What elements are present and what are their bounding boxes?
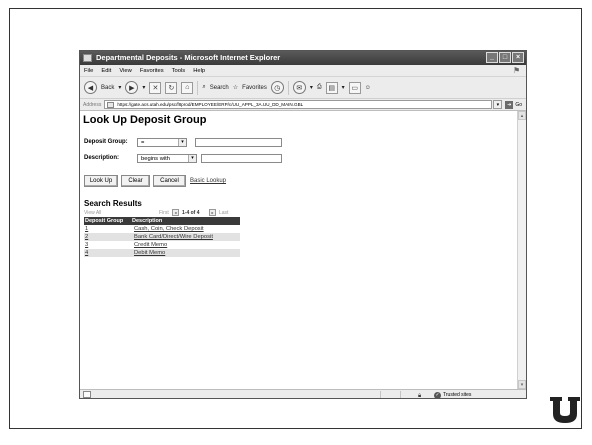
university-logo xyxy=(550,397,580,423)
page-done-icon xyxy=(83,391,91,398)
menu-help[interactable]: Help xyxy=(193,65,205,76)
vertical-scrollbar[interactable]: ▴ ▾ xyxy=(517,111,526,389)
maximize-button[interactable]: □ xyxy=(499,52,511,63)
address-url: https://gate.acs.utah.edu/psc/f8prod/EMP… xyxy=(117,102,304,107)
back-arrow-icon[interactable]: ◀ xyxy=(84,81,97,94)
last-link[interactable]: Last xyxy=(219,210,228,216)
first-link[interactable]: First xyxy=(159,210,169,216)
menu-bar: File Edit View Favorites Tools Help ⚑ xyxy=(80,65,526,77)
stop-icon[interactable]: ✕ xyxy=(149,81,162,94)
row-description-link[interactable]: Bank Card/Direct/Wire Deposit xyxy=(134,233,213,241)
row-code-link[interactable]: 2 xyxy=(85,233,88,241)
print-icon[interactable]: ⎙ xyxy=(317,84,322,91)
page-icon xyxy=(107,102,115,108)
row-code-link[interactable]: 3 xyxy=(85,241,88,249)
edit-icon[interactable]: ▤ xyxy=(325,81,338,94)
go-label: Go xyxy=(515,101,523,108)
clear-button[interactable]: Clear xyxy=(121,175,150,187)
presentation-slide: Departmental Deposits - Microsoft Intern… xyxy=(0,0,592,445)
deposit-group-input[interactable] xyxy=(195,138,282,147)
status-bar: 🔒︎ ✓ Trusted sites xyxy=(80,389,526,398)
column-header-deposit-group[interactable]: Deposit Group xyxy=(85,217,123,225)
toolbar-separator xyxy=(287,80,289,95)
security-zone[interactable]: ✓ Trusted sites xyxy=(434,390,472,398)
ie-app-icon xyxy=(83,54,92,62)
deposit-group-label: Deposit Group: xyxy=(84,139,128,145)
mail-icon[interactable]: ✉ xyxy=(292,81,306,94)
row-code-link[interactable]: 4 xyxy=(85,249,88,257)
description-operator-value: begins with xyxy=(141,156,171,162)
cancel-button[interactable]: Cancel xyxy=(153,175,186,187)
lock-icon[interactable]: 🔒︎ xyxy=(418,391,421,398)
search-button-label[interactable]: Search xyxy=(210,85,229,91)
edit-dropdown-icon[interactable]: ▾ xyxy=(342,84,345,91)
results-range: 1-4 of 4 xyxy=(182,210,200,216)
toolbar-separator xyxy=(197,80,199,95)
mail-dropdown-icon[interactable]: ▾ xyxy=(310,84,313,91)
windows-logo-icon: ⚑ xyxy=(513,66,521,75)
deposit-group-operator-select[interactable]: = ▾ xyxy=(137,138,187,147)
forward-arrow-icon[interactable]: ▶ xyxy=(125,81,139,94)
menu-view[interactable]: View xyxy=(119,65,131,76)
window-title: Departmental Deposits - Microsoft Intern… xyxy=(96,53,281,62)
status-separator xyxy=(400,391,401,398)
look-up-button[interactable]: Look Up xyxy=(84,175,118,187)
address-input[interactable]: https://gate.acs.utah.edu/psc/f8prod/EMP… xyxy=(104,100,493,109)
menu-tools[interactable]: Tools xyxy=(172,65,186,76)
window-controls: _ □ × xyxy=(486,52,524,63)
browser-window: Departmental Deposits - Microsoft Intern… xyxy=(79,50,527,399)
page-content: Look Up Deposit Group Deposit Group: = ▾… xyxy=(80,111,517,389)
description-operator-select[interactable]: begins with ▾ xyxy=(137,154,197,163)
window-titlebar[interactable]: Departmental Deposits - Microsoft Intern… xyxy=(80,51,526,65)
table-row: 1 Cash, Coin, Check Deposit xyxy=(84,225,240,233)
table-row: 2 Bank Card/Direct/Wire Deposit xyxy=(84,233,240,241)
security-zone-label: Trusted sites xyxy=(443,392,472,398)
menu-edit[interactable]: Edit xyxy=(101,65,111,76)
discuss-icon[interactable]: ▭ xyxy=(348,81,361,94)
basic-lookup-link[interactable]: Basic Lookup xyxy=(190,178,226,184)
refresh-icon[interactable]: ↻ xyxy=(165,81,178,94)
row-description-link[interactable]: Credit Memo xyxy=(134,241,167,249)
browser-toolbar: ◀ Back ▾ ▶ ▾ ✕ ↻ ⌂ ⌕ Search ☆ Favorites … xyxy=(80,77,526,99)
address-dropdown-icon[interactable]: ▾ xyxy=(493,100,503,109)
status-separator xyxy=(380,391,381,398)
back-button-label[interactable]: Back xyxy=(101,85,114,91)
go-button[interactable]: ➜ Go xyxy=(505,99,522,111)
messenger-icon[interactable]: ☺ xyxy=(365,85,371,91)
favorites-star-icon[interactable]: ☆ xyxy=(233,84,238,91)
close-button[interactable]: × xyxy=(512,52,524,63)
checkmark-icon: ✓ xyxy=(434,391,441,398)
column-header-description[interactable]: Description xyxy=(132,217,162,225)
favorites-button-label[interactable]: Favorites xyxy=(242,85,267,91)
page-title: Look Up Deposit Group xyxy=(83,114,207,126)
description-label: Description: xyxy=(84,155,120,161)
next-arrow-icon[interactable]: ▸ xyxy=(209,209,216,216)
address-bar: Address https://gate.acs.utah.edu/psc/f8… xyxy=(80,99,526,111)
history-icon[interactable]: ◷ xyxy=(270,81,284,94)
back-dropdown-icon[interactable]: ▾ xyxy=(118,84,121,91)
scroll-up-icon[interactable]: ▴ xyxy=(518,111,526,120)
address-label: Address xyxy=(83,101,102,108)
results-grid-header: Deposit Group Description xyxy=(84,217,240,225)
view-all-link[interactable]: View All xyxy=(84,210,101,216)
go-arrow-icon: ➜ xyxy=(505,100,514,109)
minimize-button[interactable]: _ xyxy=(486,52,498,63)
chevron-down-icon: ▾ xyxy=(178,139,186,146)
description-input[interactable] xyxy=(201,154,282,163)
row-description-link[interactable]: Cash, Coin, Check Deposit xyxy=(134,225,204,233)
menu-favorites[interactable]: Favorites xyxy=(140,65,164,76)
deposit-group-operator-value: = xyxy=(141,140,145,146)
row-description-link[interactable]: Debit Memo xyxy=(134,249,165,257)
table-row: 3 Credit Memo xyxy=(84,241,240,249)
table-row: 4 Debit Memo xyxy=(84,249,240,257)
row-code-link[interactable]: 1 xyxy=(85,225,88,233)
search-icon[interactable]: ⌕ xyxy=(202,84,205,91)
chevron-down-icon: ▾ xyxy=(188,155,196,162)
forward-dropdown-icon[interactable]: ▾ xyxy=(142,84,145,91)
menu-file[interactable]: File xyxy=(84,65,93,76)
search-results-title: Search Results xyxy=(84,199,142,208)
previous-arrow-icon[interactable]: ◂ xyxy=(172,209,179,216)
scroll-down-icon[interactable]: ▾ xyxy=(518,380,526,389)
home-icon[interactable]: ⌂ xyxy=(181,81,194,94)
